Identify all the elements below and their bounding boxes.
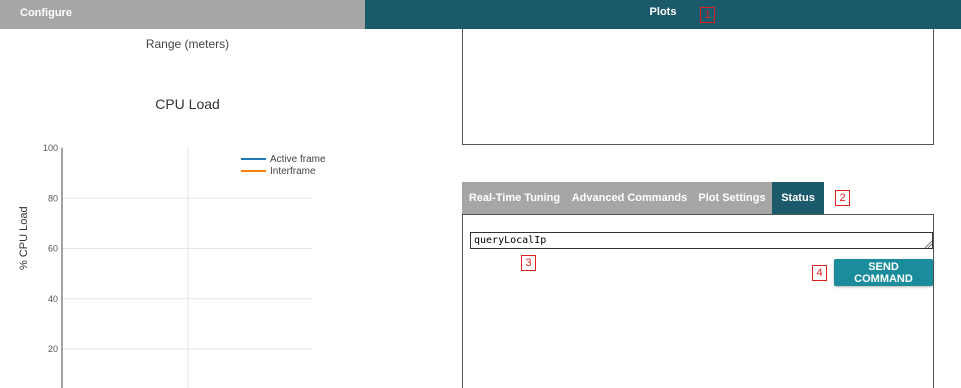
y-tick-label: 20 (48, 344, 58, 354)
y-tick-label: 60 (48, 244, 58, 254)
annotation-marker-4: 4 (812, 265, 827, 281)
subtab-real-time-tuning[interactable]: Real-Time Tuning (462, 182, 567, 214)
subtab-plot-settings[interactable]: Plot Settings (692, 182, 772, 214)
y-tick-label: 40 (48, 294, 58, 304)
send-command-button[interactable]: SEND COMMAND (834, 259, 933, 286)
subtab-advanced-commands[interactable]: Advanced Commands (567, 182, 692, 214)
legend-entry: Interframe (270, 166, 316, 177)
command-input[interactable] (470, 232, 933, 249)
plot-area (462, 29, 934, 145)
y-tick-label: 80 (48, 193, 58, 203)
annotation-marker-2: 2 (835, 190, 850, 206)
legend-entry: Active frame (270, 154, 326, 165)
annotation-marker-3: 3 (521, 255, 536, 271)
y-tick-label: 100 (43, 143, 58, 153)
subtab-status[interactable]: Status (772, 182, 824, 214)
resize-handle-icon[interactable] (924, 240, 932, 248)
tab-plots[interactable]: Plots (365, 0, 961, 29)
cpu-load-chart: 100 80 60 40 20 Active frameInterframe (43, 143, 326, 388)
annotation-marker-1: 1 (700, 7, 715, 23)
